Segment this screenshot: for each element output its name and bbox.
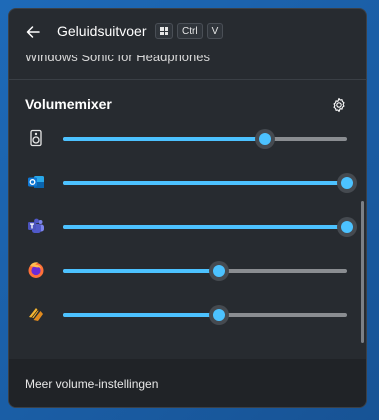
winamp-icon xyxy=(29,308,43,321)
volume-mixer-title: Volumemixer xyxy=(25,96,112,112)
slider-fill xyxy=(63,313,220,317)
back-button[interactable] xyxy=(23,22,43,42)
mixer-row-winamp xyxy=(9,299,366,329)
back-arrow-icon xyxy=(26,26,40,38)
keyboard-shortcut: Ctrl V xyxy=(155,23,224,39)
slider-fill xyxy=(63,269,220,273)
more-volume-settings-link[interactable]: Meer volume-instellingen xyxy=(25,377,158,391)
volume-slider[interactable] xyxy=(63,173,357,193)
slider-thumb[interactable] xyxy=(209,305,230,325)
mixer-row-system-sounds xyxy=(9,123,366,153)
flyout-footer: Meer volume-instellingen xyxy=(9,359,366,407)
ctrl-key: Ctrl xyxy=(177,23,203,39)
quick-settings-flyout: Geluidsuitvoer Ctrl V Windows Sonic for … xyxy=(8,8,367,408)
volume-slider[interactable] xyxy=(63,261,347,281)
slider-thumb[interactable] xyxy=(254,129,275,149)
v-key: V xyxy=(206,23,224,39)
windows-key-icon xyxy=(155,23,173,39)
slider-thumb[interactable] xyxy=(209,261,230,281)
volume-slider[interactable] xyxy=(63,305,347,325)
outlook-icon xyxy=(28,176,44,188)
slider-thumb[interactable] xyxy=(337,217,357,237)
page-title: Geluidsuitvoer xyxy=(57,23,147,39)
mixer-row-teams xyxy=(9,211,366,241)
teams-icon xyxy=(28,218,44,233)
volume-slider[interactable] xyxy=(63,217,357,237)
mixer-row-outlook xyxy=(9,167,366,197)
divider xyxy=(9,79,366,80)
slider-fill xyxy=(63,137,265,141)
flyout-header: Geluidsuitvoer Ctrl V xyxy=(9,9,366,55)
spatial-sound-option-partial[interactable]: Windows Sonic for Headphones xyxy=(25,55,325,65)
scrollbar[interactable] xyxy=(361,201,364,343)
speaker-icon xyxy=(30,129,42,147)
slider-fill xyxy=(63,181,347,185)
gear-icon[interactable] xyxy=(331,97,347,113)
slider-thumb[interactable] xyxy=(337,173,357,193)
firefox-icon xyxy=(28,262,44,278)
volume-slider[interactable] xyxy=(63,129,347,149)
mixer-row-firefox xyxy=(9,255,366,285)
slider-fill xyxy=(63,225,347,229)
